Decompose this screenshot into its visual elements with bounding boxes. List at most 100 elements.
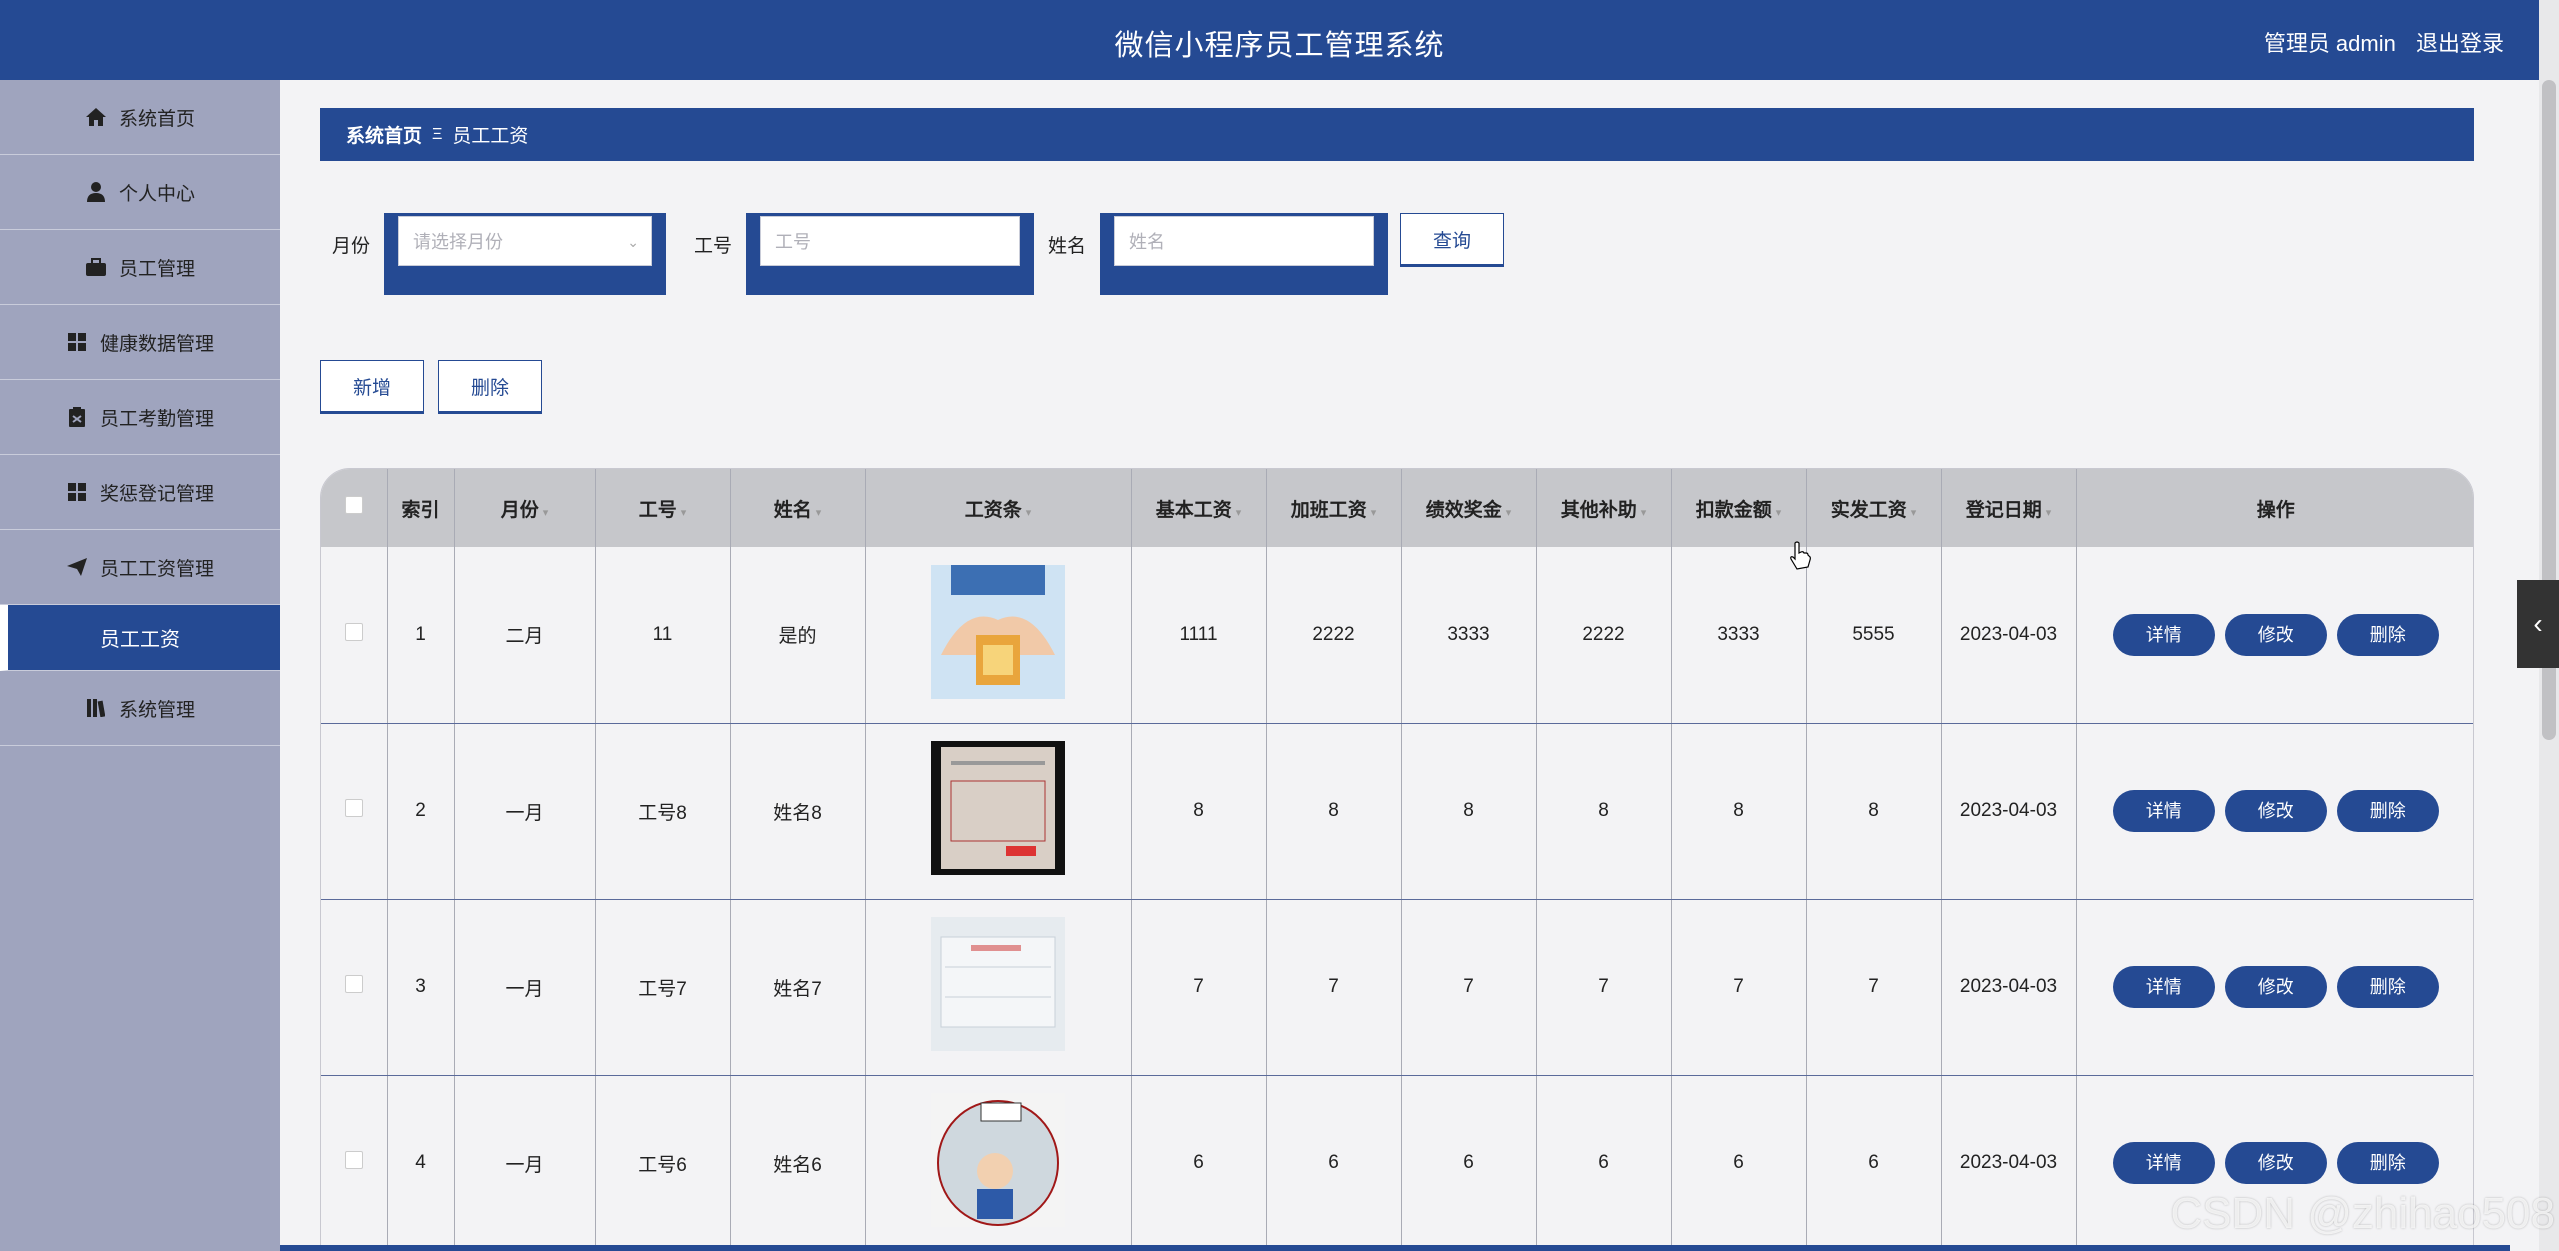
sidebar-item-system[interactable]: 系统管理 bbox=[0, 671, 280, 746]
detail-button[interactable]: 详情 bbox=[2112, 966, 2215, 1008]
sidebar-item-salary[interactable]: 员工工资 bbox=[0, 605, 280, 671]
cell-base: 6 bbox=[1131, 1075, 1267, 1250]
sidebar-item-attendance[interactable]: 员工考勤管理 bbox=[0, 380, 280, 455]
col-base[interactable]: 基本工资 ▾ bbox=[1131, 469, 1267, 547]
sidebar-item-health[interactable]: 健康数据管理 bbox=[0, 305, 280, 380]
detail-button[interactable]: 详情 bbox=[2112, 790, 2215, 832]
col-month[interactable]: 月份 ▾ bbox=[454, 469, 596, 547]
cell-name: 姓名7 bbox=[730, 899, 866, 1076]
sort-icon[interactable]: ▾ bbox=[1776, 507, 1782, 519]
sort-icon[interactable]: ▾ bbox=[1026, 507, 1032, 519]
table-row: 4 一月 工号6 姓名6 6 6 6 6 6 6 2023-04-03 详情 修… bbox=[321, 1075, 2473, 1250]
cell-index: 2 bbox=[387, 723, 455, 900]
grid-icon bbox=[66, 331, 88, 353]
edit-button[interactable]: 修改 bbox=[2224, 966, 2327, 1008]
sort-icon[interactable]: ▾ bbox=[816, 507, 822, 519]
payslip-image[interactable] bbox=[931, 741, 1065, 875]
detail-button[interactable]: 详情 bbox=[2112, 1142, 2215, 1184]
cell-base: 7 bbox=[1131, 899, 1267, 1076]
cell-index: 4 bbox=[387, 1075, 455, 1250]
cell-id: 工号6 bbox=[595, 1075, 731, 1250]
row-checkbox[interactable] bbox=[344, 799, 363, 817]
breadcrumb-current: 员工工资 bbox=[452, 126, 529, 147]
sidebar: 系统首页 个人中心 员工管理 健康数据管理 员工考勤管理 奖惩登记管理 员工工资… bbox=[0, 80, 280, 1251]
breadcrumb-home[interactable]: 系统首页 bbox=[346, 121, 422, 148]
payslip-image[interactable] bbox=[931, 1093, 1065, 1227]
chevron-left-icon[interactable]: ‹ bbox=[2517, 580, 2559, 668]
col-payslip[interactable]: 工资条 ▾ bbox=[865, 469, 1132, 547]
edit-button[interactable]: 修改 bbox=[2224, 613, 2327, 656]
cell-subsidy: 7 bbox=[1536, 899, 1672, 1076]
col-label: 其他补助 bbox=[1560, 499, 1637, 521]
cell-name: 是的 bbox=[730, 547, 866, 724]
col-bonus[interactable]: 绩效奖金 ▾ bbox=[1401, 469, 1537, 547]
cell-deduction: 7 bbox=[1671, 899, 1807, 1076]
query-button[interactable]: 查询 bbox=[1400, 213, 1505, 267]
sort-icon[interactable]: ▾ bbox=[2046, 507, 2052, 519]
table-row: 3 一月 工号7 姓名7 7 7 7 7 7 7 2023-04-03 详情 修… bbox=[321, 899, 2473, 1076]
col-label: 扣款金额 bbox=[1695, 499, 1772, 521]
row-delete-button[interactable]: 删除 bbox=[2336, 966, 2439, 1008]
col-actions: 操作 bbox=[2076, 469, 2473, 547]
sidebar-item-profile[interactable]: 个人中心 bbox=[0, 155, 280, 230]
row-checkbox[interactable] bbox=[344, 975, 363, 993]
cell-month: 一月 bbox=[454, 723, 596, 900]
row-delete-button[interactable]: 删除 bbox=[2336, 613, 2439, 656]
cell-net: 7 bbox=[1806, 899, 1942, 1076]
payslip-image[interactable] bbox=[931, 917, 1065, 1051]
cell-id: 工号7 bbox=[595, 899, 731, 1076]
sidebar-item-label: 系统管理 bbox=[118, 699, 195, 721]
row-checkbox[interactable] bbox=[344, 1151, 363, 1169]
sidebar-item-label: 员工考勤管理 bbox=[99, 408, 214, 430]
row-delete-button[interactable]: 删除 bbox=[2336, 790, 2439, 832]
month-placeholder: 请选择月份 bbox=[413, 232, 504, 252]
cell-overtime: 7 bbox=[1266, 899, 1402, 1076]
cell-month: 二月 bbox=[454, 547, 596, 724]
row-checkbox[interactable] bbox=[344, 622, 363, 641]
month-select[interactable]: 请选择月份 ⌄ bbox=[398, 216, 653, 266]
sort-icon[interactable]: ▾ bbox=[1371, 507, 1377, 519]
sidebar-item-employees[interactable]: 员工管理 bbox=[0, 230, 280, 305]
sort-icon[interactable]: ▾ bbox=[681, 507, 687, 519]
name-input[interactable]: 姓名 bbox=[1114, 216, 1375, 266]
sort-icon[interactable]: ▾ bbox=[543, 507, 549, 519]
sidebar-item-rewards[interactable]: 奖惩登记管理 bbox=[0, 455, 280, 530]
col-deduction[interactable]: 扣款金额 ▾ bbox=[1671, 469, 1807, 547]
sort-icon[interactable]: ▾ bbox=[1236, 507, 1242, 519]
row-delete-button[interactable]: 删除 bbox=[2336, 1142, 2439, 1184]
sidebar-item-salary-mgmt[interactable]: 员工工资管理 bbox=[0, 530, 280, 605]
cell-deduction: 8 bbox=[1671, 723, 1807, 900]
col-date[interactable]: 登记日期 ▾ bbox=[1941, 469, 2077, 547]
delete-button[interactable]: 删除 bbox=[438, 360, 542, 414]
sidebar-item-home[interactable]: 系统首页 bbox=[0, 80, 280, 155]
col-net[interactable]: 实发工资 ▾ bbox=[1806, 469, 1942, 547]
sort-icon[interactable]: ▾ bbox=[1911, 507, 1917, 519]
cell-actions: 详情 修改 删除 bbox=[2076, 899, 2473, 1076]
bottom-bar bbox=[280, 1245, 2510, 1251]
select-all-header[interactable] bbox=[321, 469, 388, 547]
col-label: 姓名 bbox=[773, 499, 812, 521]
table-row: 1 二月 11 是的 1111 2222 3333 2222 3333 5555… bbox=[321, 547, 2473, 724]
id-input[interactable]: 工号 bbox=[760, 216, 1021, 266]
payslip-image[interactable] bbox=[931, 564, 1065, 699]
col-overtime[interactable]: 加班工资 ▾ bbox=[1266, 469, 1402, 547]
cell-date: 2023-04-03 bbox=[1941, 547, 2077, 724]
col-subsidy[interactable]: 其他补助 ▾ bbox=[1536, 469, 1672, 547]
detail-button[interactable]: 详情 bbox=[2112, 613, 2215, 656]
col-name[interactable]: 姓名 ▾ bbox=[730, 469, 866, 547]
name-label: 姓名 bbox=[1048, 236, 1087, 257]
cell-deduction: 3333 bbox=[1671, 547, 1807, 724]
logout-link[interactable]: 退出登录 bbox=[2416, 31, 2504, 56]
col-id[interactable]: 工号 ▾ bbox=[595, 469, 731, 547]
select-all-checkbox[interactable] bbox=[344, 496, 363, 514]
cell-date: 2023-04-03 bbox=[1941, 899, 2077, 1076]
cell-name: 姓名8 bbox=[730, 723, 866, 900]
add-button[interactable]: 新增 bbox=[320, 360, 424, 414]
sort-icon[interactable]: ▾ bbox=[1641, 507, 1647, 519]
briefcase-icon bbox=[85, 256, 107, 278]
edit-button[interactable]: 修改 bbox=[2224, 790, 2327, 832]
cell-bonus: 3333 bbox=[1401, 547, 1537, 724]
edit-button[interactable]: 修改 bbox=[2224, 1142, 2327, 1184]
sort-icon[interactable]: ▾ bbox=[1506, 507, 1512, 519]
library-icon bbox=[85, 697, 107, 719]
